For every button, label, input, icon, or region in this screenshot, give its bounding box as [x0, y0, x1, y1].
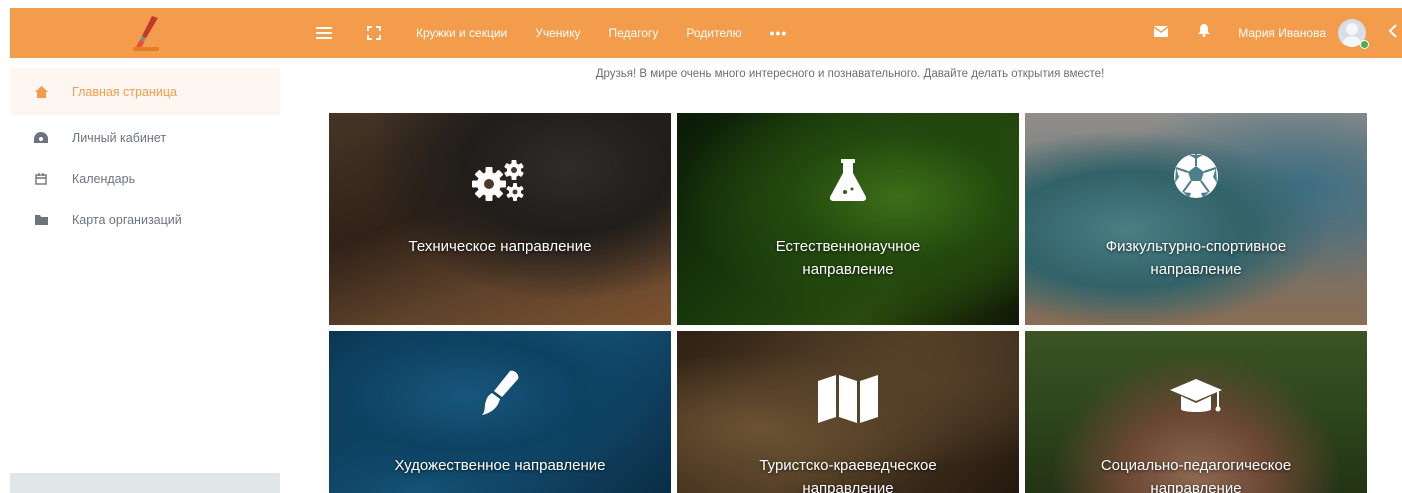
sidebar-item-org-map[interactable]: Карта организаций: [10, 199, 280, 240]
tile-label: Социально-педагогическое направление: [1100, 457, 1292, 493]
nav-link-clubs[interactable]: Кружки и секции: [416, 26, 507, 40]
nav-link-parent[interactable]: Родителю: [686, 26, 741, 40]
map-icon: [818, 375, 878, 428]
mail-icon[interactable]: [1153, 24, 1169, 42]
sidebar-item-calendar[interactable]: Календарь: [10, 158, 280, 199]
sidebar-item-label: Карта организаций: [72, 212, 182, 227]
paintbrush-logo-icon: [133, 16, 159, 51]
sidebar-item-cabinet[interactable]: Личный кабинет: [10, 117, 280, 158]
chevron-left-icon[interactable]: [1388, 23, 1398, 43]
dashboard-icon: [34, 131, 48, 145]
sidebar-item-label: Главная страница: [72, 84, 177, 99]
tile-social-pedagogical[interactable]: Социально-педагогическое направление: [1025, 331, 1367, 493]
tile-label: Художественное направление: [394, 457, 606, 474]
logo[interactable]: [10, 8, 280, 58]
folder-icon: [34, 213, 48, 227]
tile-sports[interactable]: Физкультурно-спортивное направление: [1025, 113, 1367, 325]
top-navbar: Кружки и секции Ученику Педагогу Родител…: [10, 8, 1402, 58]
sidebar-footer: [10, 473, 280, 493]
tile-natural-science[interactable]: Естественнонаучное направление: [677, 113, 1019, 325]
bell-icon[interactable]: [1198, 24, 1211, 42]
soccer-ball-icon: [1173, 153, 1219, 204]
nav-link-student[interactable]: Ученику: [535, 26, 580, 40]
graduation-cap-icon: [1170, 379, 1222, 424]
tile-label: Физкультурно-спортивное направление: [1105, 238, 1287, 278]
online-status-icon: [1360, 40, 1369, 49]
tile-technical[interactable]: Техническое направление: [329, 113, 671, 325]
tile-label: Техническое направление: [408, 238, 592, 255]
tile-art[interactable]: Художественное направление: [329, 331, 671, 493]
fullscreen-icon[interactable]: [362, 21, 386, 45]
user-name[interactable]: Мария Иванова: [1238, 26, 1326, 40]
tile-label: Туристско-краеведческое направление: [759, 457, 937, 493]
sidebar: Главная страница Личный кабинет Календар…: [10, 68, 280, 493]
topbar-right: Мария Иванова: [1153, 8, 1402, 58]
nav-link-teacher[interactable]: Педагогу: [608, 26, 658, 40]
sidebar-item-label: Личный кабинет: [72, 130, 167, 145]
tile-tourism[interactable]: Туристско-краеведческое направление: [677, 331, 1019, 493]
sidebar-item-home[interactable]: Главная страница: [10, 68, 280, 115]
gears-icon: [469, 158, 531, 209]
flask-icon: [829, 159, 867, 206]
home-icon: [34, 85, 48, 99]
welcome-text: Друзья! В мире очень много интересного и…: [595, 68, 1105, 80]
paint-brush-icon: [480, 369, 520, 424]
sidebar-item-label: Календарь: [72, 171, 136, 186]
tile-label: Естественнонаучное направление: [775, 238, 921, 278]
menu-toggle-icon[interactable]: [312, 21, 336, 45]
avatar[interactable]: [1338, 19, 1388, 49]
more-menu-icon[interactable]: •••: [770, 25, 788, 41]
calendar-icon: [34, 172, 48, 186]
